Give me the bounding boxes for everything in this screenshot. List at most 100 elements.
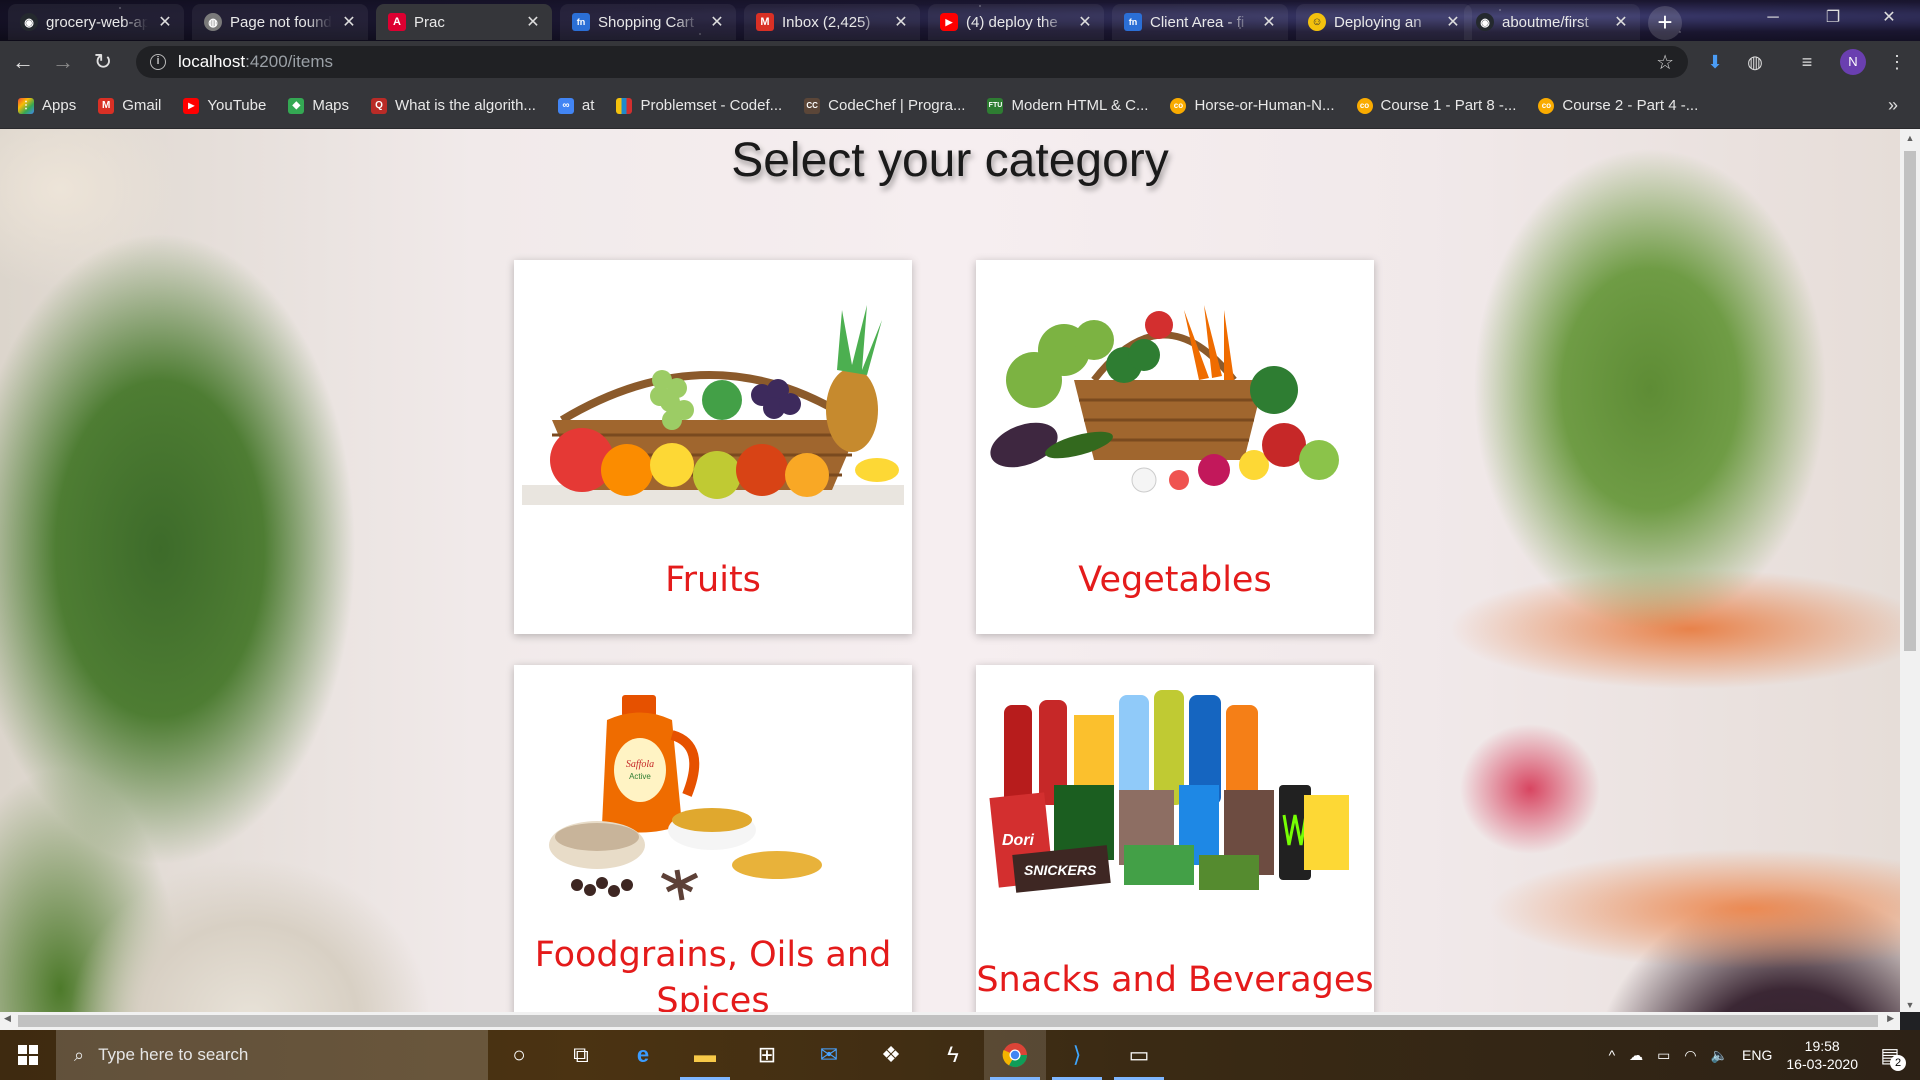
foodgrains-oils-image: Saffola Active — [549, 695, 822, 901]
cortana-icon[interactable]: ○ — [488, 1030, 550, 1080]
close-icon[interactable]: ✕ — [1612, 12, 1630, 32]
scroll-right-icon[interactable]: ▶ — [1887, 1013, 1894, 1024]
close-icon[interactable]: ✕ — [156, 12, 174, 32]
edge-icon[interactable]: e — [612, 1030, 674, 1080]
bookmark-apps[interactable]: ⋮ Apps — [18, 97, 76, 114]
minimize-icon[interactable]: ─ — [1750, 0, 1796, 36]
category-card-snacks[interactable]: Dori SNICKERS Snacks and Beverages — [976, 665, 1374, 1012]
bookmark-youtube[interactable]: ▶ YouTube — [183, 97, 266, 114]
app-lightning-icon[interactable]: ϟ — [922, 1030, 984, 1080]
bookmark-gmail[interactable]: M Gmail — [98, 97, 161, 114]
windows-start-button[interactable] — [0, 1030, 56, 1080]
avatar[interactable]: N — [1840, 49, 1866, 75]
youtube-icon: ▶ — [940, 13, 958, 31]
bookmark-modern-html[interactable]: FTU Modern HTML & C... — [987, 97, 1148, 114]
page-viewport: Select your category Fruits Vegetables S… — [0, 129, 1900, 1012]
scroll-left-icon[interactable]: ◀ — [4, 1013, 11, 1024]
battery-icon[interactable]: ▭ — [1657, 1047, 1670, 1064]
chrome-logo-icon — [1002, 1043, 1027, 1068]
bookmark-maps[interactable]: ◆ Maps — [288, 97, 349, 114]
taskbar-search-box[interactable]: ⌕ Type here to search — [56, 1030, 488, 1080]
tab-deploying[interactable]: ☺ Deploying an ✕ — [1296, 4, 1472, 40]
colab-icon: co — [1538, 97, 1555, 114]
tab-inbox[interactable]: M Inbox (2,425) ✕ — [744, 4, 920, 40]
close-icon[interactable]: ✕ — [1260, 12, 1278, 32]
tab-prac[interactable]: A Prac ✕ — [376, 4, 552, 40]
bookmark-horse-or-human[interactable]: co Horse-or-Human-N... — [1170, 97, 1335, 114]
bookmark-codeforces[interactable]: Problemset - Codef... — [616, 97, 782, 114]
bookmark-codechef[interactable]: CC CodeChef | Progra... — [804, 97, 965, 114]
globe-extension-icon[interactable]: ◍ — [1738, 45, 1772, 79]
close-icon[interactable]: ✕ — [1444, 12, 1462, 32]
angular-icon: A — [388, 13, 406, 31]
volume-icon[interactable]: 🔈 — [1711, 1047, 1728, 1064]
notifications-button[interactable]: ▤ 2 — [1872, 1037, 1908, 1073]
colab-icon: co — [1170, 97, 1187, 114]
horizontal-scrollbar[interactable]: ◀ ▶ — [0, 1012, 1900, 1030]
tab-page-not-found[interactable]: ◍ Page not found ✕ — [192, 4, 368, 40]
close-icon[interactable]: ✕ — [524, 12, 542, 32]
back-icon[interactable]: ← — [6, 45, 40, 79]
mail-icon[interactable]: ✉ — [798, 1030, 860, 1080]
info-icon[interactable]: i — [150, 54, 166, 70]
youtube-icon: ▶ — [183, 97, 200, 114]
category-card-fruits[interactable]: Fruits — [514, 260, 912, 634]
scrollbar-thumb[interactable] — [1904, 151, 1916, 651]
dropbox-icon[interactable]: ❖ — [860, 1030, 922, 1080]
store-icon[interactable]: ⊞ — [736, 1030, 798, 1080]
download-icon[interactable]: ⬇ — [1698, 45, 1732, 79]
vscode-icon[interactable]: ⟩ — [1046, 1030, 1108, 1080]
bookmark-course-2[interactable]: co Course 2 - Part 4 -... — [1538, 97, 1698, 114]
chevron-up-icon[interactable]: ^ — [1609, 1047, 1616, 1063]
bookmark-star-icon[interactable]: ☆ — [1656, 50, 1674, 75]
tab-youtube-deploy[interactable]: ▶ (4) deploy the ✕ — [928, 4, 1104, 40]
terminal-icon[interactable]: ▭ — [1108, 1030, 1170, 1080]
bookmark-label: Modern HTML & C... — [1011, 97, 1149, 114]
bookmarks-overflow-icon[interactable]: » — [1888, 95, 1898, 116]
restore-icon[interactable]: ❐ — [1810, 0, 1856, 36]
tab-client-area[interactable]: fn Client Area - fi ✕ — [1112, 4, 1288, 40]
tab-shopping-cart[interactable]: fn Shopping Cart ✕ — [560, 4, 736, 40]
url-path: :4200/items — [245, 52, 333, 71]
new-tab-button[interactable]: + — [1648, 6, 1682, 40]
gmail-icon: M — [756, 13, 774, 31]
svg-text:SNICKERS: SNICKERS — [1024, 862, 1097, 878]
file-explorer-icon[interactable]: ▬ — [674, 1030, 736, 1080]
tab-title: Deploying an — [1334, 13, 1422, 31]
tab-title: Prac — [414, 13, 445, 31]
tab-aboutme[interactable]: ◉ aboutme/first ✕ — [1464, 4, 1640, 40]
bookmark-quora[interactable]: Q What is the algorith... — [371, 97, 536, 114]
bookmark-at[interactable]: ∞ at — [557, 97, 594, 114]
url-text: localhost:4200/items — [178, 52, 333, 72]
menu-icon[interactable]: ⋮ — [1880, 45, 1914, 79]
chrome-icon[interactable] — [984, 1030, 1046, 1080]
wifi-icon[interactable]: ◠ — [1684, 1047, 1696, 1064]
scrollbar-thumb[interactable] — [18, 1015, 1878, 1027]
search-placeholder: Type here to search — [98, 1045, 249, 1064]
media-control-icon[interactable]: ≡ — [1790, 45, 1824, 79]
clock[interactable]: 19:58 16-03-2020 — [1786, 1037, 1858, 1073]
scroll-up-icon[interactable]: ▲ — [1900, 133, 1920, 143]
tab-title: grocery-web-app — [46, 13, 148, 31]
bookmark-course-1[interactable]: co Course 1 - Part 8 -... — [1356, 97, 1516, 114]
scroll-down-icon[interactable]: ▼ — [1900, 1000, 1920, 1010]
close-icon[interactable]: ✕ — [340, 12, 358, 32]
reload-icon[interactable]: ↻ — [86, 45, 120, 79]
category-card-vegetables[interactable]: Vegetables — [976, 260, 1374, 634]
task-view-icon[interactable]: ⧉ — [550, 1030, 612, 1080]
close-icon[interactable]: ✕ — [892, 12, 910, 32]
close-icon[interactable]: ✕ — [1076, 12, 1094, 32]
vertical-scrollbar[interactable]: ▲ ▼ — [1900, 129, 1920, 1012]
language-indicator[interactable]: ENG — [1742, 1047, 1772, 1063]
svg-text:Active: Active — [629, 772, 651, 781]
quora-icon: Q — [371, 97, 388, 114]
close-window-icon[interactable]: ✕ — [1866, 0, 1912, 36]
onedrive-icon[interactable]: ☁ — [1629, 1047, 1643, 1064]
category-card-foodgrains[interactable]: Saffola Active Foodgrains, Oils and Spic… — [514, 665, 912, 1012]
tab-title: Client Area - fi — [1150, 13, 1245, 31]
github-icon: ◉ — [20, 13, 38, 31]
forward-icon[interactable]: → — [46, 45, 80, 79]
tab-grocery-web-app[interactable]: ◉ grocery-web-app ✕ — [8, 4, 184, 40]
close-icon[interactable]: ✕ — [708, 12, 726, 32]
address-bar[interactable]: i localhost:4200/items ☆ — [136, 46, 1688, 78]
